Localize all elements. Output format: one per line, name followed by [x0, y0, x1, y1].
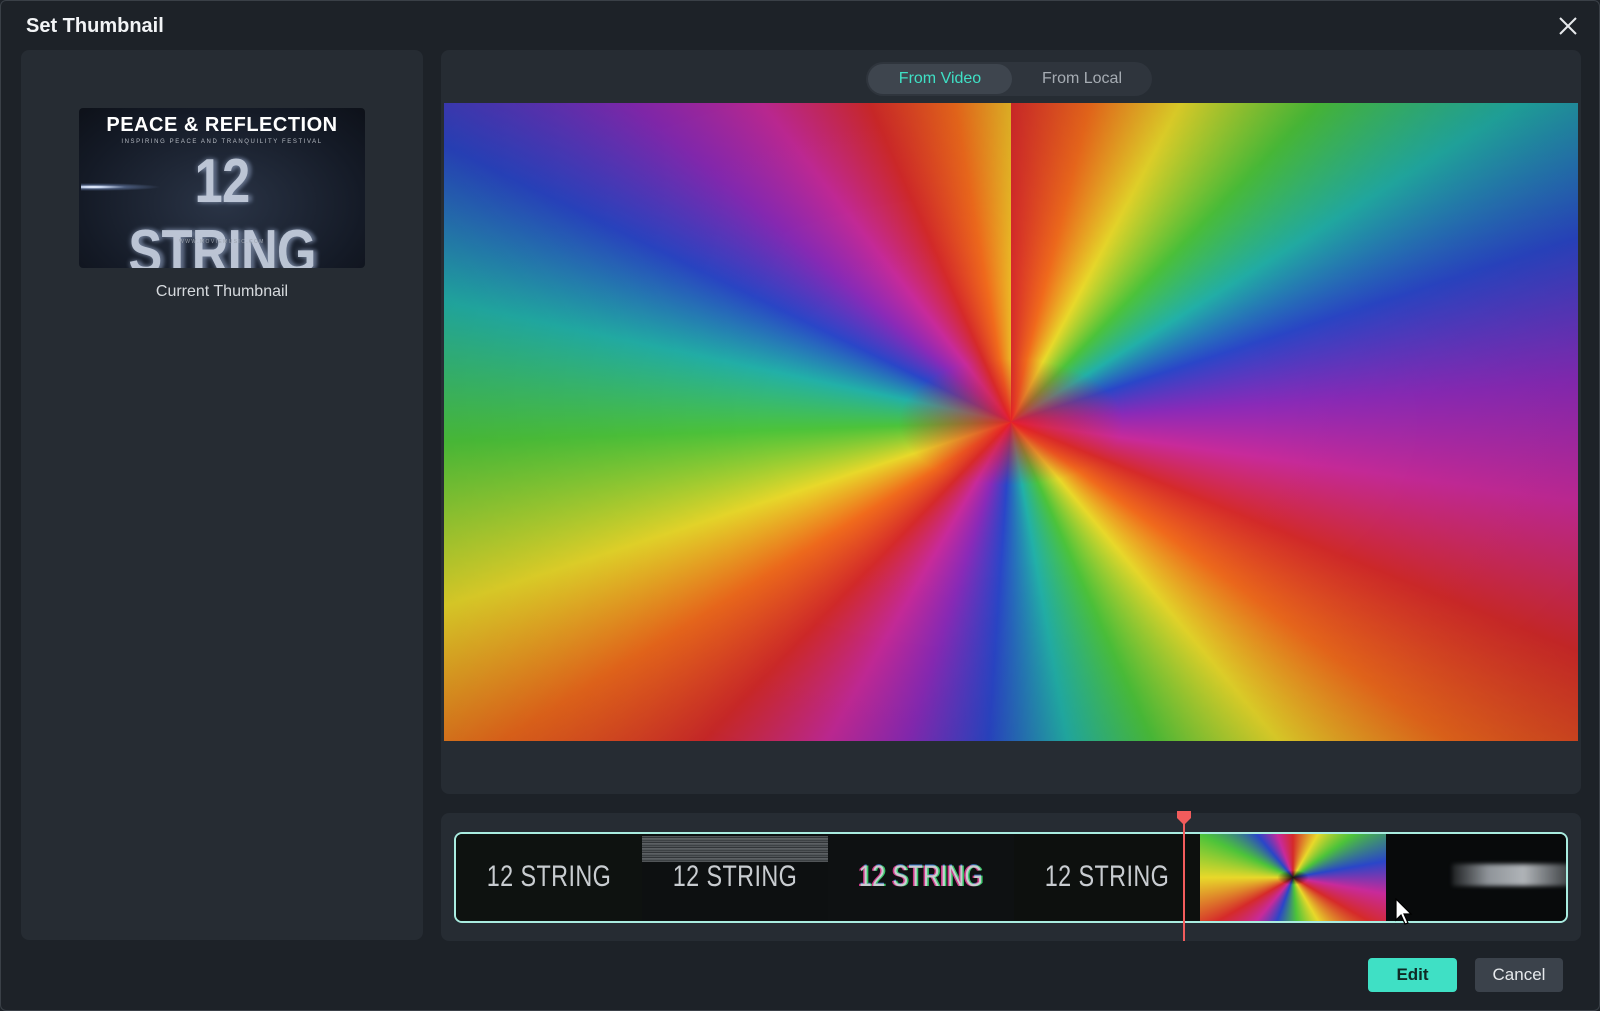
thumbnail-big-text: 12 STRING: [128, 147, 316, 268]
video-frame-preview: [444, 103, 1578, 741]
dialog-title: Set Thumbnail: [26, 15, 164, 37]
current-thumbnail-image: PEACE & REFLECTION INSPIRING PEACE AND T…: [79, 108, 365, 268]
edit-button[interactable]: Edit: [1368, 958, 1457, 992]
timeline-frame[interactable]: 12 STRING: [642, 834, 828, 921]
cancel-button[interactable]: Cancel: [1475, 958, 1563, 992]
lens-flare: [81, 183, 161, 191]
title-bar: Set Thumbnail: [1, 1, 1599, 51]
thumbnail-footer: WWW.MOVIEMUSIC.COM: [179, 239, 265, 245]
tab-from-local[interactable]: From Local: [1012, 64, 1152, 94]
tab-from-video[interactable]: From Video: [868, 64, 1012, 94]
current-thumbnail-caption: Current Thumbnail: [155, 283, 289, 300]
frame-label: 12 STRING: [858, 860, 984, 893]
thumbnail-subtitle: INSPIRING PEACE AND TRANQUILITY FESTIVAL: [121, 139, 323, 145]
close-icon[interactable]: [1555, 13, 1581, 39]
timeline-frame[interactable]: 12 STRING: [1014, 834, 1200, 921]
playhead-marker-icon[interactable]: [1175, 809, 1193, 827]
timeline-frame[interactable]: 12 STRING: [828, 834, 1014, 921]
frame-label: 12 STRING: [1044, 860, 1170, 893]
timeline-frame[interactable]: 12 STRING: [456, 834, 642, 921]
playhead[interactable]: [1183, 813, 1185, 941]
mouse-pointer-icon: [1395, 898, 1413, 925]
frame-label: 12 STRING: [672, 860, 798, 893]
source-tab-switch: From Video From Local: [866, 62, 1152, 96]
frame-label: 12 STRING: [486, 860, 612, 893]
current-thumbnail-panel: PEACE & REFLECTION INSPIRING PEACE AND T…: [21, 50, 423, 940]
preview-panel: From Video From Local: [441, 50, 1581, 794]
set-thumbnail-dialog: Set Thumbnail PEACE & REFLECTION INSPIRI…: [0, 0, 1600, 1011]
thumbnail-title: PEACE & REFLECTION: [106, 114, 338, 136]
timeline-frame[interactable]: [1200, 834, 1386, 921]
